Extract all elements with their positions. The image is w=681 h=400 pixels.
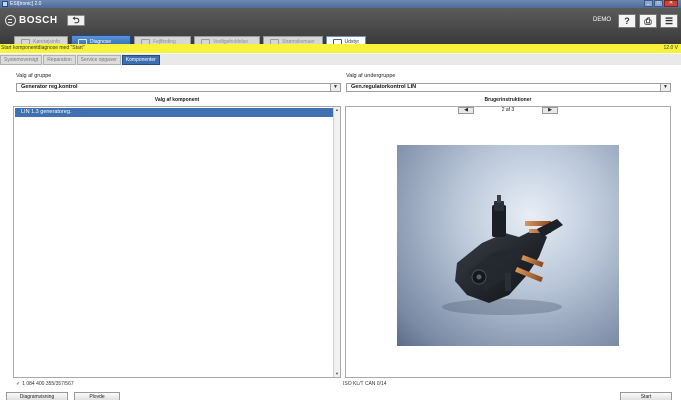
minimize-button[interactable]: _ (644, 0, 653, 7)
print-icon: ⎙ (644, 16, 652, 26)
diagram-view-button[interactable]: Diagramvisning (6, 392, 68, 400)
window-titlebar: ESI[tronic] 2.0 _ □ ✕ (0, 0, 681, 8)
group-select-value: Generator reg.kontrol (21, 84, 78, 90)
subtab-service-tasks[interactable]: Service opgaver (76, 55, 121, 65)
bosch-ring-icon (5, 14, 16, 26)
demo-label: DEMO (593, 17, 611, 23)
print-button[interactable]: ⎙ (639, 14, 657, 28)
next-page-button[interactable]: ▶ (542, 106, 558, 114)
scroll-down-icon[interactable]: ▼ (334, 371, 340, 377)
arrow-left-icon: ◀ (464, 106, 468, 113)
part-number-info: ✓ 1 084 400 355/357/567 (16, 381, 74, 387)
subtab-repair[interactable]: Reparation (43, 55, 76, 65)
subgroup-select[interactable]: Gen.regulatorkontrol LIN ▼ (346, 83, 671, 92)
arrow-right-icon: ▶ (548, 106, 552, 113)
app-icon (2, 1, 8, 7)
iso-info: ISO KL/T CAN 0/14 (343, 381, 387, 387)
window-controls: _ □ ✕ (644, 0, 678, 8)
group-label: Valg af gruppe (16, 73, 52, 79)
menu-icon: ☰ (664, 16, 674, 26)
chevron-down-icon: ▼ (330, 84, 340, 91)
vertical-scrollbar[interactable]: ▲ ▼ (333, 107, 340, 377)
brand-name: BOSCH (19, 14, 58, 26)
part-number: 1 084 400 355/357/567 (22, 381, 74, 387)
app-header: BOSCH ⮌ DEMO ? ⎙ ☰ Køretøjsinfo Diagnose… (0, 8, 681, 49)
start-button[interactable]: Start (620, 392, 672, 400)
component-list[interactable]: LIN 1.3 generatoreg. ▲ ▼ (13, 106, 341, 378)
instructions-header: Brugerinstruktioner (484, 97, 532, 103)
voltage-regulator-photo (397, 145, 619, 346)
battery-voltage: 12.0 V (663, 45, 678, 51)
print-footer-button[interactable]: Plovde (74, 392, 120, 400)
status-message: Start komponentdiagnose med "Start" (1, 45, 85, 51)
scroll-up-icon[interactable]: ▲ (334, 107, 340, 113)
subgroup-label: Valg af undergruppe (346, 73, 396, 79)
list-item[interactable]: LIN 1.3 generatoreg. (15, 108, 333, 117)
chevron-down-icon: ▼ (660, 84, 670, 91)
regulator-illustration (442, 195, 563, 315)
subgroup-select-value: Gen.regulatorkontrol LIN (351, 84, 417, 90)
close-button[interactable]: ✕ (664, 0, 678, 7)
help-icon: ? (624, 16, 630, 26)
window-title: ESI[tronic] 2.0 (10, 1, 42, 7)
maximize-button[interactable]: □ (654, 0, 663, 7)
status-bar: Start komponentdiagnose med "Start" 12.0… (0, 44, 681, 53)
subtab-components[interactable]: Komponenter (121, 55, 160, 65)
component-list-header: Valg af komponent (154, 97, 200, 103)
back-arrow-icon: ⮌ (72, 15, 80, 25)
bosch-logo: BOSCH (5, 14, 58, 26)
page-indicator: 2 af 3 (501, 107, 515, 113)
check-icon: ✓ (16, 381, 21, 387)
back-button[interactable]: ⮌ (67, 15, 85, 26)
sub-tabs: Systemoversigt Reparation Service opgave… (0, 54, 681, 65)
menu-button[interactable]: ☰ (660, 14, 678, 28)
help-button[interactable]: ? (618, 14, 636, 28)
instructions-pager: ◀ 2 af 3 ▶ (458, 106, 558, 114)
group-select[interactable]: Generator reg.kontrol ▼ (16, 83, 341, 92)
prev-page-button[interactable]: ◀ (458, 106, 474, 114)
subtab-system-overview[interactable]: Systemoversigt (0, 55, 43, 65)
